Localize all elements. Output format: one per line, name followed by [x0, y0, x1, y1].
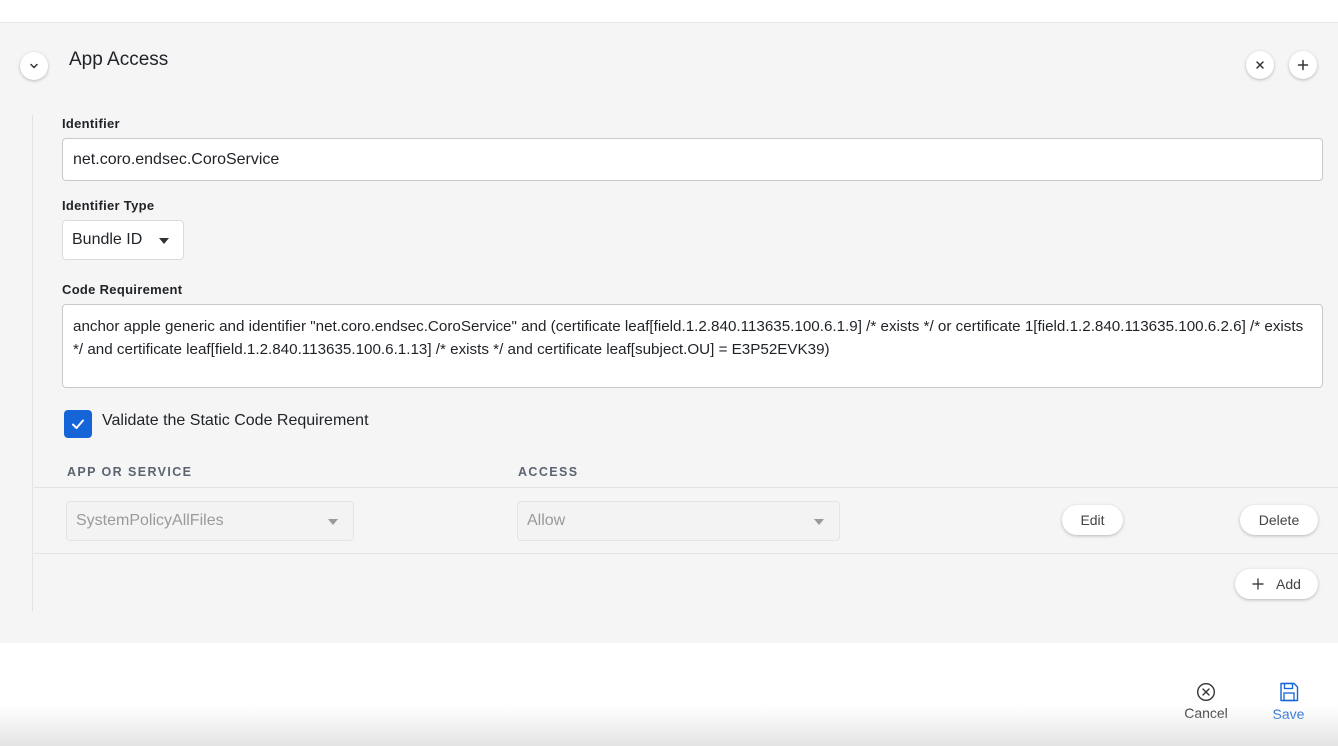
close-icon — [1256, 61, 1264, 69]
plus-icon — [1252, 578, 1264, 590]
caret-down-icon — [159, 238, 169, 244]
add-section-button[interactable] — [1289, 51, 1317, 79]
identifier-type-label: Identifier Type — [62, 198, 155, 213]
cancel-button[interactable]: Cancel — [1181, 682, 1231, 721]
check-icon — [72, 419, 84, 429]
cancel-label: Cancel — [1184, 705, 1228, 721]
identifier-label: Identifier — [62, 116, 120, 131]
validate-label: Validate the Static Code Requirement — [102, 412, 369, 429]
app-access-panel: App Access Identifier Identifier Type Bu… — [0, 23, 1338, 643]
delete-button[interactable]: Delete — [1240, 505, 1318, 535]
circle-x-icon — [1196, 682, 1216, 702]
access-value: Allow — [527, 512, 566, 529]
identifier-field[interactable] — [62, 138, 1323, 181]
service-value: SystemPolicyAllFiles — [76, 512, 224, 529]
add-label: Add — [1276, 576, 1301, 592]
bottom-shade — [0, 706, 1338, 746]
validate-checkbox[interactable] — [64, 410, 92, 438]
save-button[interactable]: Save — [1266, 681, 1311, 722]
service-select[interactable]: SystemPolicyAllFiles — [66, 501, 354, 541]
add-button[interactable]: Add — [1235, 569, 1318, 599]
chevron-down-icon — [30, 63, 38, 69]
identifier-type-select[interactable]: Bundle ID — [62, 220, 184, 260]
code-requirement-field[interactable]: anchor apple generic and identifier "net… — [62, 304, 1323, 388]
caret-down-icon — [814, 519, 824, 525]
column-header-access: ACCESS — [518, 465, 579, 479]
column-header-app-or-service: APP OR SERVICE — [67, 465, 193, 479]
edit-button[interactable]: Edit — [1062, 505, 1123, 535]
collapse-section-button[interactable] — [20, 52, 48, 80]
access-select[interactable]: Allow — [517, 501, 840, 541]
floppy-disk-icon — [1279, 682, 1298, 702]
save-label: Save — [1272, 706, 1305, 722]
identifier-type-value: Bundle ID — [72, 231, 143, 248]
plus-icon — [1297, 59, 1309, 71]
section-title: App Access — [69, 49, 169, 70]
code-requirement-label: Code Requirement — [62, 282, 183, 297]
top-bar — [0, 0, 1338, 23]
section-rail — [32, 115, 33, 611]
caret-down-icon — [328, 519, 338, 525]
table-divider — [34, 487, 1338, 488]
remove-section-button[interactable] — [1246, 51, 1274, 79]
table-divider — [34, 553, 1338, 554]
